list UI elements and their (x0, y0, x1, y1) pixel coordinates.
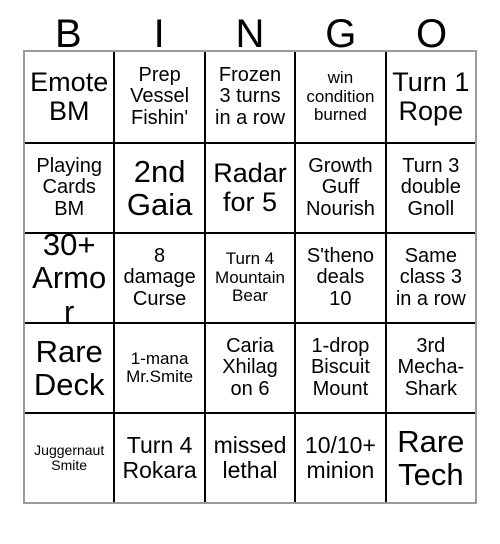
bingo-cell[interactable]: Turn 1 Rope (384, 52, 476, 142)
bingo-cell[interactable]: S'theno deals 10 (294, 232, 385, 322)
bingo-header-letter-i: I (153, 12, 165, 56)
bingo-header: B I N G O (23, 0, 477, 56)
bingo-cell[interactable]: Turn 3 double Gnoll (384, 142, 476, 232)
bingo-cell-label: 30+ Armor (32, 232, 107, 322)
bingo-row: Rare Deck 1-mana Mr.Smite Caria Xhilag o… (25, 322, 476, 412)
bingo-cell-label: Playing Cards BM (36, 154, 102, 220)
bingo-cell-label: Same class 3 in a row (395, 244, 466, 310)
bingo-cell[interactable]: Frozen 3 turns in a row (203, 52, 295, 142)
bingo-header-letter-b: B (55, 12, 82, 56)
bingo-cell[interactable]: 8 damage Curse (113, 232, 204, 322)
bingo-cell[interactable]: win condition burned (294, 52, 385, 142)
bingo-cell-label: Rare Deck (33, 333, 105, 402)
bingo-cell-label: Emote BM (30, 66, 109, 126)
bingo-cell[interactable]: Rare Tech (384, 412, 476, 502)
bingo-cell[interactable]: Same class 3 in a row (384, 232, 476, 322)
bingo-row: 30+ Armor 8 damage Curse Turn 4 Mountain… (25, 232, 476, 322)
bingo-cell-label: 2nd Gaia (126, 153, 193, 222)
bingo-header-letter-o: O (416, 12, 448, 56)
bingo-cell-label: 3rd Mecha- Shark (397, 334, 465, 400)
bingo-cell-label: 1-drop Biscuit Mount (310, 334, 370, 400)
bingo-cell-label: Turn 3 double Gnoll (400, 154, 461, 220)
bingo-cell-label: 10/10+ minion (304, 432, 376, 483)
bingo-cell-label: 8 damage Curse (123, 244, 196, 310)
bingo-cell[interactable]: 10/10+ minion (294, 412, 385, 502)
bingo-cell-label: S'theno deals 10 (306, 244, 375, 310)
bingo-cell-label: Radar for 5 (213, 157, 287, 217)
bingo-cell-label: Turn 4 Mountain Bear (215, 249, 285, 306)
bingo-cell-label: 1-mana Mr.Smite (126, 348, 194, 386)
bingo-cell[interactable]: Juggernaut Smite (25, 412, 114, 502)
bingo-cell-label: Prep Vessel Fishin' (130, 63, 190, 129)
bingo-cell-label: missed lethal (213, 432, 287, 483)
bingo-cell[interactable]: Rare Deck (25, 322, 114, 412)
bingo-cell[interactable]: missed lethal (203, 412, 295, 502)
bingo-cell-label: Turn 1 Rope (392, 66, 470, 126)
bingo-cell[interactable]: Caria Xhilag on 6 (203, 322, 295, 412)
bingo-cell[interactable]: 2nd Gaia (113, 142, 204, 232)
bingo-cell[interactable]: 1-mana Mr.Smite (113, 322, 204, 412)
bingo-cell-label: Caria Xhilag on 6 (222, 334, 278, 400)
bingo-cell[interactable]: Emote BM (25, 52, 114, 142)
bingo-cell-label: Turn 4 Rokara (122, 432, 197, 483)
bingo-cell-label: Juggernaut Smite (34, 441, 105, 473)
bingo-cell[interactable]: Turn 4 Mountain Bear (203, 232, 295, 322)
bingo-row: Playing Cards BM 2nd Gaia Radar for 5 Gr… (25, 142, 476, 232)
bingo-cell[interactable]: Radar for 5 (203, 142, 295, 232)
bingo-grid: Emote BM Prep Vessel Fishin' Frozen 3 tu… (23, 50, 477, 504)
bingo-cell-label: win condition burned (306, 68, 375, 125)
bingo-row: Juggernaut Smite Turn 4 Rokara missed le… (25, 412, 476, 502)
bingo-cell[interactable]: 1-drop Biscuit Mount (294, 322, 385, 412)
bingo-header-letter-g: G (325, 12, 357, 56)
bingo-cell[interactable]: Growth Guff Nourish (294, 142, 385, 232)
bingo-cell[interactable]: 3rd Mecha- Shark (384, 322, 476, 412)
bingo-cell-label: Frozen 3 turns in a row (215, 63, 286, 129)
bingo-cell[interactable]: 30+ Armor (25, 232, 114, 322)
bingo-row: Emote BM Prep Vessel Fishin' Frozen 3 tu… (25, 52, 476, 142)
bingo-card: B I N G O Emote BM Prep Vessel Fishin' F… (0, 0, 500, 544)
bingo-cell[interactable]: Prep Vessel Fishin' (113, 52, 204, 142)
bingo-cell[interactable]: Playing Cards BM (25, 142, 114, 232)
bingo-cell[interactable]: Turn 4 Rokara (113, 412, 204, 502)
bingo-header-letter-n: N (235, 12, 265, 56)
bingo-cell-label: Rare Tech (397, 423, 465, 492)
bingo-cell-label: Growth Guff Nourish (305, 154, 375, 220)
